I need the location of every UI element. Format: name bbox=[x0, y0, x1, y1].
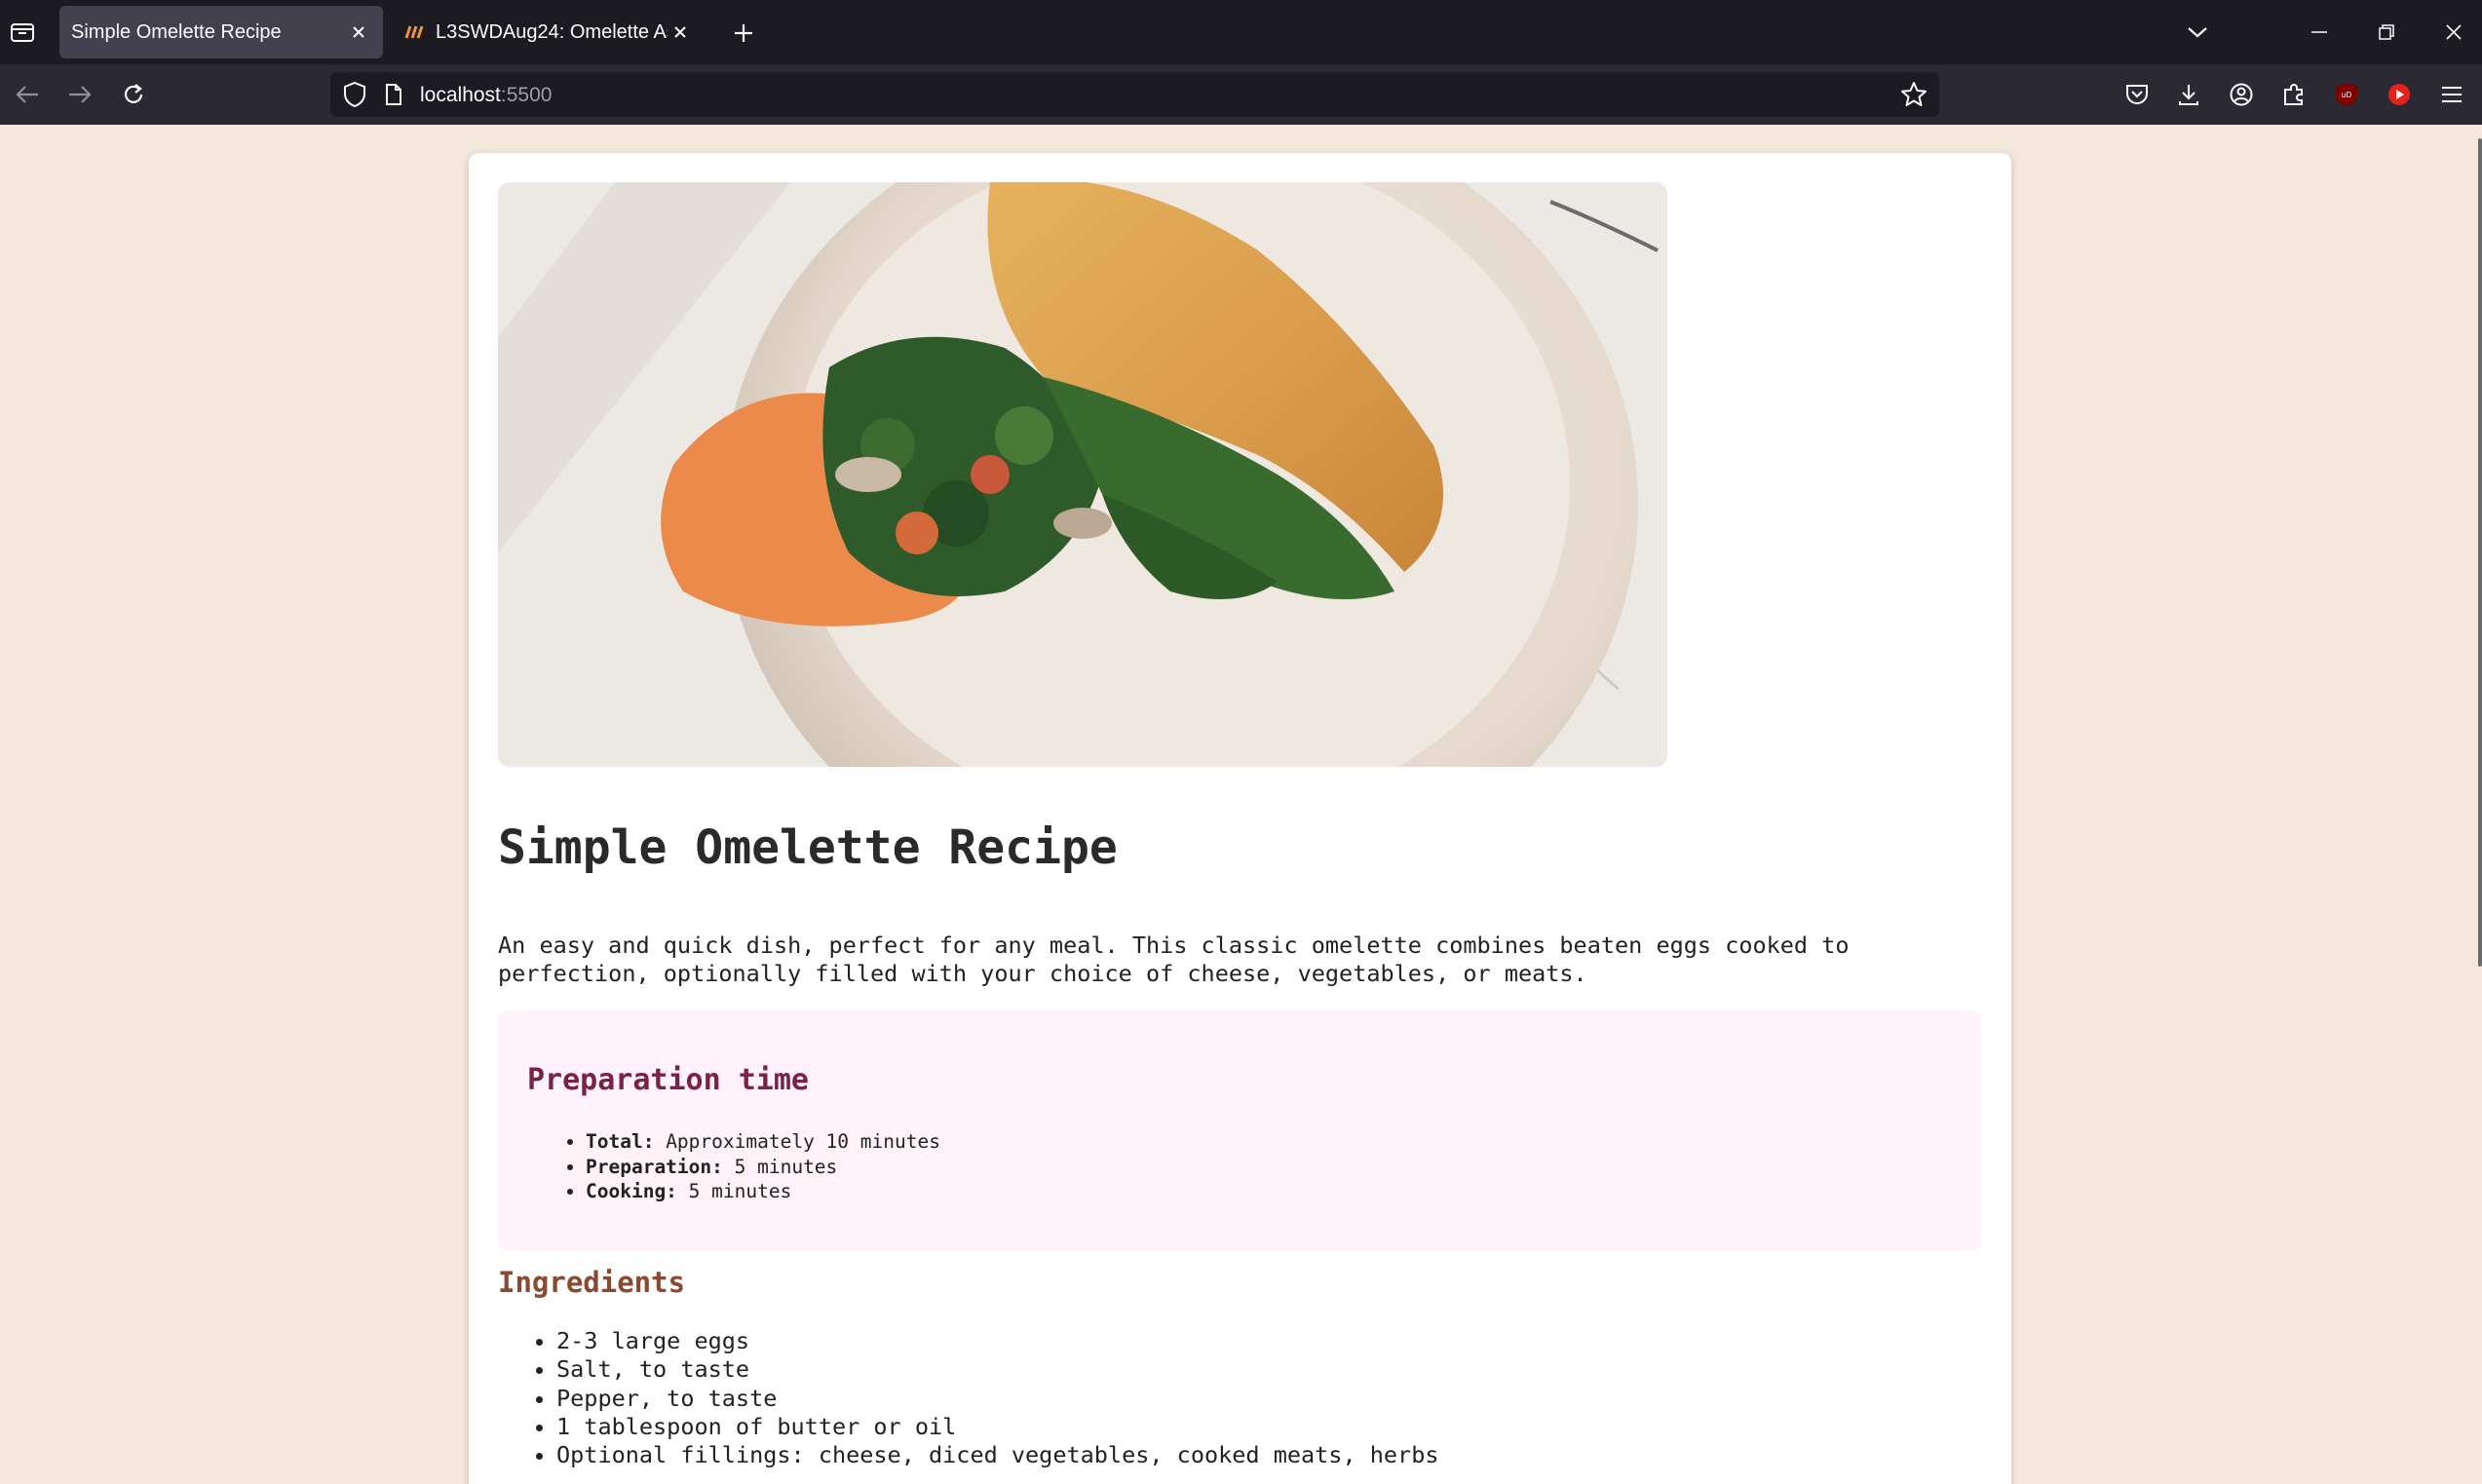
close-window-icon[interactable] bbox=[2434, 14, 2473, 51]
prep-item-value: 5 minutes bbox=[676, 1180, 792, 1202]
recipe-card: Simple Omelette Recipe An easy and quick… bbox=[469, 153, 2011, 1484]
preparation-time-box: Preparation time Total: Approximately 10… bbox=[498, 1010, 1981, 1250]
prep-item-value: Approximately 10 minutes bbox=[654, 1130, 940, 1153]
list-item: 2-3 large eggs bbox=[556, 1327, 1438, 1355]
menu-hamburger-icon[interactable] bbox=[2433, 76, 2470, 113]
youtube-extension-icon[interactable] bbox=[2381, 76, 2418, 113]
minimize-icon[interactable] bbox=[2300, 14, 2339, 51]
close-tab-icon[interactable] bbox=[346, 19, 371, 45]
tab-title: L3SWDAug24: Omelette Assets bbox=[436, 20, 668, 43]
list-all-tabs-chevron-icon[interactable] bbox=[2178, 14, 2217, 51]
restore-icon[interactable] bbox=[2367, 14, 2406, 51]
list-item: Salt, to taste bbox=[556, 1355, 1438, 1384]
firefox-view-icon[interactable] bbox=[6, 16, 39, 49]
pocket-icon[interactable] bbox=[2119, 76, 2156, 113]
preparation-time-list: Total: Approximately 10 minutes Preparat… bbox=[527, 1129, 940, 1204]
ublock-origin-icon[interactable]: uD bbox=[2328, 76, 2365, 113]
reload-icon[interactable] bbox=[113, 74, 154, 115]
navigation-toolbar: localhost:5500 uD bbox=[0, 64, 2482, 125]
list-item: Pepper, to taste bbox=[556, 1385, 1438, 1413]
preparation-time-heading: Preparation time bbox=[527, 1063, 809, 1097]
account-icon[interactable] bbox=[2223, 76, 2260, 113]
url-host: localhost bbox=[420, 84, 501, 106]
tab-omelette-assets[interactable]: L3SWDAug24: Omelette Assets bbox=[393, 6, 705, 58]
ingredients-list: 2-3 large eggs Salt, to taste Pepper, to… bbox=[498, 1327, 1438, 1469]
recipe-title: Simple Omelette Recipe bbox=[498, 820, 1118, 875]
close-tab-icon[interactable] bbox=[668, 19, 693, 45]
new-tab-plus-icon[interactable] bbox=[726, 16, 761, 51]
bookmark-star-icon[interactable] bbox=[1900, 81, 1928, 113]
prep-item-label: Cooking: bbox=[586, 1180, 677, 1202]
ingredients-heading: Ingredients bbox=[498, 1266, 686, 1299]
url-port: :5500 bbox=[500, 84, 553, 106]
tab-bar: Simple Omelette Recipe L3SWDAug24: Omele… bbox=[0, 0, 2482, 64]
extensions-puzzle-icon[interactable] bbox=[2275, 76, 2312, 113]
prep-item-label: Total: bbox=[586, 1130, 655, 1153]
tab-simple-omelette-recipe[interactable]: Simple Omelette Recipe bbox=[59, 6, 383, 58]
prep-item-total: Total: Approximately 10 minutes bbox=[586, 1129, 940, 1155]
back-arrow-icon[interactable] bbox=[7, 74, 48, 115]
tracking-protection-shield-icon[interactable] bbox=[342, 81, 367, 113]
page-info-icon[interactable] bbox=[384, 83, 403, 111]
list-item: 1 tablespoon of butter or oil bbox=[556, 1413, 1438, 1441]
recipe-intro: An easy and quick dish, perfect for any … bbox=[498, 932, 1850, 987]
prep-item-preparation: Preparation: 5 minutes bbox=[586, 1155, 940, 1180]
url-text: localhost:5500 bbox=[420, 84, 552, 107]
prep-item-cooking: Cooking: 5 minutes bbox=[586, 1179, 940, 1204]
tab-title: Simple Omelette Recipe bbox=[71, 20, 282, 43]
vertical-scrollbar[interactable] bbox=[2478, 138, 2482, 967]
downloads-icon[interactable] bbox=[2170, 76, 2207, 113]
omelette-hero-image bbox=[498, 182, 1667, 767]
list-item: Optional fillings: cheese, diced vegetab… bbox=[556, 1441, 1438, 1469]
address-bar[interactable]: localhost:5500 bbox=[330, 72, 1939, 117]
miro-favicon-icon bbox=[404, 22, 428, 42]
forward-arrow-icon[interactable] bbox=[59, 74, 100, 115]
page-viewport: Simple Omelette Recipe An easy and quick… bbox=[0, 125, 2482, 1484]
prep-item-label: Preparation: bbox=[586, 1155, 723, 1178]
prep-item-value: 5 minutes bbox=[722, 1155, 838, 1178]
svg-text:uD: uD bbox=[2342, 91, 2351, 99]
